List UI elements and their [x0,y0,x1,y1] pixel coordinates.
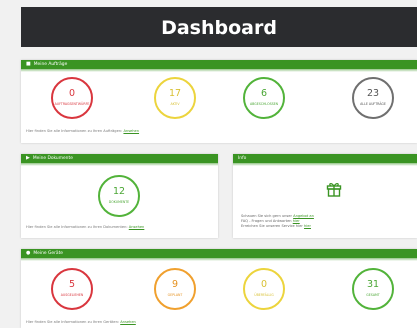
documents-footer-text: Hier finden Sie alle Informationen zu Ih… [26,225,128,229]
stat-value: 5 [68,279,76,290]
stat-active-orders[interactable]: 17 Aktiv [154,77,196,119]
devices-footer: Hier finden Sie alle Informationen zu Ih… [26,320,136,324]
stat-borrowed-devices[interactable]: 5 Ausgeliehen [51,268,93,310]
stat-value: 0 [68,88,76,99]
devices-icon: ● [26,250,31,256]
info-line-service-text: Erreichen Sie unseren Service hier [241,224,303,228]
stat-label: Auftragsentwürfe [54,102,90,106]
stat-value: 31 [366,279,380,290]
stat-value: 23 [366,88,380,99]
documents-panel-header: ▶ Meine Dokumente [21,154,218,166]
truck-icon: ■ [26,61,31,67]
stat-draft-orders[interactable]: 0 Auftragsentwürfe [51,77,93,119]
stat-value: 12 [112,186,126,197]
stat-value: 9 [171,279,179,290]
stat-label: Alle Aufträge [360,102,386,106]
faq-link[interactable]: hier [293,219,300,223]
documents-footer: Hier finden Sie alle Informationen zu Ih… [26,225,144,229]
info-line-offer-text: Schauen Sie sich gern unser [241,214,292,218]
stat-value: 6 [260,88,268,99]
stat-total-devices[interactable]: 31 Gesamt [352,268,394,310]
stat-label: Ausgeliehen [60,293,84,297]
orders-footer: Hier finden Sie alle Informationen zu Ih… [26,129,139,133]
info-text: Schauen Sie sich gern unser Angebot an F… [241,214,314,229]
stat-label: Überfällig [254,293,274,297]
orders-panel-header: ■ Meine Aufträge [21,60,417,72]
stat-overdue-devices[interactable]: 0 Überfällig [243,268,285,310]
devices-footer-text: Hier finden Sie alle Informationen zu Ih… [26,320,120,324]
devices-panel: ● Meine Geräte 5 Ausgeliehen 9 Geplant 0 … [21,249,417,328]
folder-icon: ▶ [26,155,30,161]
stat-planned-devices[interactable]: 9 Geplant [154,268,196,310]
service-link[interactable]: hier [304,224,311,228]
stat-label: Gesamt [366,293,380,297]
info-line-faq-text: FAQ - Fragen und Antworten [241,219,292,223]
stat-all-orders[interactable]: 23 Alle Aufträge [352,77,394,119]
documents-panel: ▶ Meine Dokumente 12 Dokumente Hier finde… [21,154,218,238]
orders-view-link[interactable]: Ansehen [123,129,139,133]
stat-value: 0 [260,279,268,290]
devices-view-link[interactable]: Ansehen [120,320,136,324]
info-line-service: Erreichen Sie unseren Service hier hier [241,224,314,229]
page-title: Dashboard [161,17,277,39]
offer-link[interactable]: Angebot an [293,214,314,218]
info-panel-header: Info [233,154,417,166]
info-panel-title: Info [238,156,247,161]
documents-view-link[interactable]: Ansehen [129,225,145,229]
stat-label: Aktiv [170,102,180,106]
orders-footer-text: Hier finden Sie alle Informationen zu Ih… [26,129,123,133]
orders-panel-title: Meine Aufträge [33,62,68,67]
top-bar: Dashboard [21,7,417,47]
orders-panel: ■ Meine Aufträge 0 Auftragsentwürfe 17 Ak… [21,60,417,143]
gift-icon [326,183,342,197]
devices-panel-header: ● Meine Geräte [21,249,417,261]
documents-panel-title: Meine Dokumente [32,156,73,161]
stat-documents[interactable]: 12 Dokumente [98,175,140,217]
stat-completed-orders[interactable]: 6 Abgeschlossen [243,77,285,119]
stat-value: 17 [168,88,182,99]
stat-label: Dokumente [108,200,130,204]
info-panel: Info Schauen Sie sich gern unser Angebot… [233,154,417,238]
stat-label: Abgeschlossen [249,102,279,106]
stat-label: Geplant [167,293,183,297]
devices-panel-title: Meine Geräte [33,251,63,256]
